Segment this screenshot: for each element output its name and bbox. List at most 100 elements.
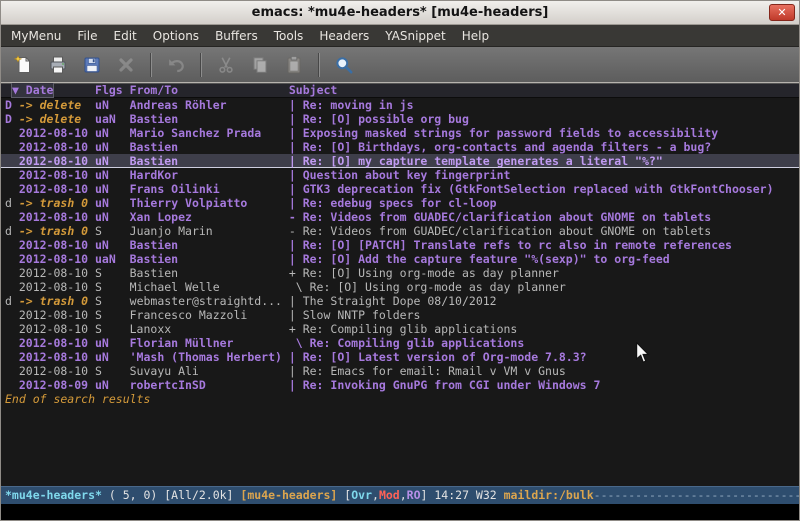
titlebar[interactable]: emacs: *mu4e-headers* [mu4e-headers] ✕ xyxy=(1,1,799,25)
row-segment: D xyxy=(5,98,19,112)
modeline-segment: [mu4e-headers] xyxy=(240,488,337,502)
email-row[interactable]: 2012-08-10 uaN Bastien | Re: [O] Add the… xyxy=(1,252,799,266)
header-column-label xyxy=(5,83,12,97)
menu-item-buffers[interactable]: Buffers xyxy=(207,27,266,45)
toolbar-new-file-button[interactable] xyxy=(9,51,39,79)
menu-item-file[interactable]: File xyxy=(69,27,105,45)
menu-bar: MyMenuFileEditOptionsBuffersToolsHeaders… xyxy=(1,25,799,47)
menu-item-edit[interactable]: Edit xyxy=(106,27,145,45)
email-row[interactable]: 2012-08-10 uN HardKor | Question about k… xyxy=(1,168,799,182)
email-row[interactable]: 2012-08-10 uN Frans Oilinki | GTK3 depre… xyxy=(1,182,799,196)
menu-item-tools[interactable]: Tools xyxy=(266,27,312,45)
window-title: emacs: *mu4e-headers* [mu4e-headers] xyxy=(1,5,799,20)
print-icon xyxy=(48,55,68,75)
paste-icon xyxy=(284,55,304,75)
modeline-segment: Mod xyxy=(379,488,400,502)
row-segment: -> delete xyxy=(19,112,88,126)
echo-area[interactable] xyxy=(1,504,799,520)
modeline-segment: *mu4e-headers* xyxy=(5,488,102,502)
modeline-segment: , xyxy=(400,488,407,502)
row-segment: -> trash 0 xyxy=(19,196,88,210)
modeline-segment: Ovr xyxy=(351,488,372,502)
email-row[interactable]: d -> trash 0 uN Thierry Volpiatto | Re: … xyxy=(1,196,799,210)
window-close-button[interactable]: ✕ xyxy=(769,4,795,21)
row-segment: S Juanjo Marin - Re: Videos from GUADEC/… xyxy=(88,224,711,238)
email-row[interactable]: 2012-08-10 uN Xan Lopez - Re: Videos fro… xyxy=(1,210,799,224)
header-column-label: Flgs From/To Subject xyxy=(53,83,337,97)
email-row[interactable]: 2012-08-10 S Suvayu Ali | Re: Emacs for … xyxy=(1,364,799,378)
row-segment: 2012-08-10 uN Florian Müllner \ Re: Comp… xyxy=(5,336,524,350)
toolbar-separator xyxy=(318,53,320,77)
menu-item-headers[interactable]: Headers xyxy=(311,27,377,45)
row-segment: uaN Bastien | Re: [O] possible org bug xyxy=(88,112,469,126)
row-segment: d xyxy=(5,224,19,238)
row-segment: 2012-08-10 uaN Bastien | Re: [O] Add the… xyxy=(5,252,670,266)
buffer-area: ▼ Date Flgs From/To Subject D -> delete … xyxy=(1,83,799,486)
row-segment: 2012-08-10 uN Bastien | Re: [O] Birthday… xyxy=(5,140,711,154)
menu-item-yasnippet[interactable]: YASnippet xyxy=(377,27,454,45)
email-row[interactable]: 2012-08-10 uN Bastien | Re: [O] [PATCH] … xyxy=(1,238,799,252)
modeline-segment: [ xyxy=(337,488,351,502)
toolbar-paste-button[interactable] xyxy=(279,51,309,79)
row-segment: -> trash 0 xyxy=(19,224,88,238)
row-segment: D xyxy=(5,112,19,126)
email-row[interactable]: 2012-08-10 uN 'Mash (Thomas Herbert) | R… xyxy=(1,350,799,364)
emacs-window: emacs: *mu4e-headers* [mu4e-headers] ✕ M… xyxy=(0,0,800,521)
cut-icon xyxy=(216,55,236,75)
email-row[interactable]: 2012-08-10 S Bastien + Re: [O] Using org… xyxy=(1,266,799,280)
email-row[interactable]: 2012-08-10 uN Florian Müllner \ Re: Comp… xyxy=(1,336,799,350)
row-segment: 2012-08-10 uN Bastien | Re: [O] my captu… xyxy=(5,154,663,168)
row-segment: d xyxy=(5,196,19,210)
email-row[interactable]: D -> delete uN Andreas Röhler | Re: movi… xyxy=(1,98,799,112)
mode-line[interactable]: *mu4e-headers* ( 5, 0) [All/2.0k] [mu4e-… xyxy=(1,486,799,504)
toolbar-copy-button[interactable] xyxy=(245,51,275,79)
email-list: D -> delete uN Andreas Röhler | Re: movi… xyxy=(1,98,799,406)
modeline-segment: maildir:/bulk xyxy=(504,488,594,502)
menu-item-help[interactable]: Help xyxy=(454,27,497,45)
row-segment: 2012-08-10 S Michael Welle \ Re: [O] Usi… xyxy=(5,280,566,294)
row-segment: 2012-08-10 uN 'Mash (Thomas Herbert) | R… xyxy=(5,350,587,364)
toolbar-cut-button[interactable] xyxy=(211,51,241,79)
toolbar-save-button[interactable] xyxy=(77,51,107,79)
toolbar-print-button[interactable] xyxy=(43,51,73,79)
close-icon xyxy=(116,55,136,75)
email-row[interactable]: 2012-08-10 S Lanoxx + Re: Compiling glib… xyxy=(1,322,799,336)
row-segment: uN Thierry Volpiatto | Re: edebug specs … xyxy=(88,196,497,210)
menu-item-options[interactable]: Options xyxy=(145,27,207,45)
row-segment: uN Andreas Röhler | Re: moving in js xyxy=(88,98,413,112)
email-row[interactable]: 2012-08-10 S Francesco Mazzoli | Slow NN… xyxy=(1,308,799,322)
new-file-icon xyxy=(14,55,34,75)
email-row[interactable]: 2012-08-10 uN Mario Sanchez Prada | Expo… xyxy=(1,126,799,140)
email-row[interactable]: d -> trash 0 S webmaster@straightd... | … xyxy=(1,294,799,308)
email-row[interactable]: 2012-08-10 S Michael Welle \ Re: [O] Usi… xyxy=(1,280,799,294)
row-segment: S webmaster@straightd... | The Straight … xyxy=(88,294,497,308)
row-segment: End of search results xyxy=(5,392,150,406)
email-row[interactable]: 2012-08-10 uN Bastien | Re: [O] Birthday… xyxy=(1,140,799,154)
header-line[interactable]: ▼ Date Flgs From/To Subject xyxy=(1,83,799,98)
row-segment: 2012-08-10 uN Frans Oilinki | GTK3 depre… xyxy=(5,182,774,196)
email-row-current[interactable]: 2012-08-10 uN Bastien | Re: [O] my captu… xyxy=(1,154,799,168)
modeline-segment: ----------------------------------------… xyxy=(594,488,799,502)
toolbar-undo-button[interactable] xyxy=(161,51,191,79)
row-segment: -> trash 0 xyxy=(19,294,88,308)
toolbar-separator xyxy=(200,53,202,77)
row-segment: 2012-08-10 S Lanoxx + Re: Compiling glib… xyxy=(5,322,517,336)
email-row[interactable]: 2012-08-09 uN robertcInSD | Re: Invoking… xyxy=(1,378,799,392)
toolbar xyxy=(1,47,799,83)
menu-item-mymenu[interactable]: MyMenu xyxy=(3,27,69,45)
toolbar-search-button[interactable] xyxy=(329,51,359,79)
email-row[interactable]: D -> delete uaN Bastien | Re: [O] possib… xyxy=(1,112,799,126)
row-segment: 2012-08-10 uN Bastien | Re: [O] [PATCH] … xyxy=(5,238,732,252)
modeline-segment: RO xyxy=(407,488,421,502)
row-segment: 2012-08-10 uN HardKor | Question about k… xyxy=(5,168,510,182)
email-row[interactable]: d -> trash 0 S Juanjo Marin - Re: Videos… xyxy=(1,224,799,238)
row-segment: d xyxy=(5,294,19,308)
row-segment: 2012-08-10 uN Xan Lopez - Re: Videos fro… xyxy=(5,210,711,224)
copy-icon xyxy=(250,55,270,75)
row-segment: 2012-08-10 S Suvayu Ali | Re: Emacs for … xyxy=(5,364,566,378)
row-segment: 2012-08-09 uN robertcInSD | Re: Invoking… xyxy=(5,378,600,392)
email-row[interactable]: End of search results xyxy=(1,392,799,406)
save-icon xyxy=(82,55,102,75)
undo-icon xyxy=(166,55,186,75)
toolbar-close-button[interactable] xyxy=(111,51,141,79)
